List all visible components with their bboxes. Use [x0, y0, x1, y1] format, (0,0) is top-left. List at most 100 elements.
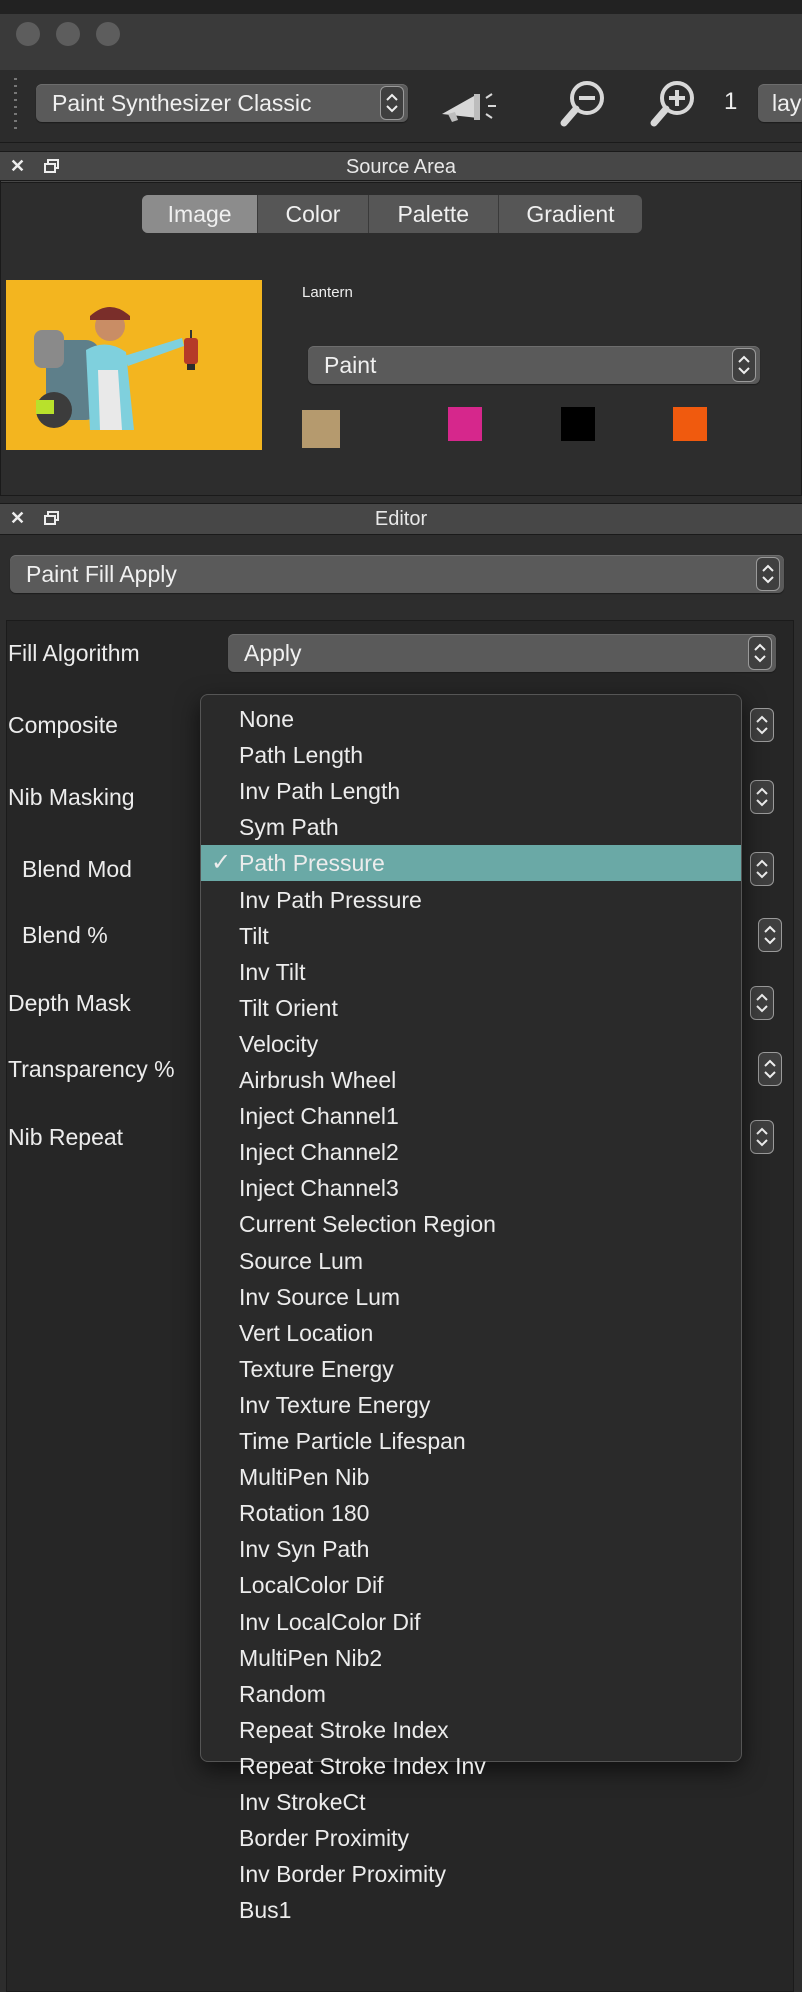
menu-item[interactable]: Inv Syn Path — [201, 1531, 741, 1567]
depth-mask-stepper[interactable] — [750, 986, 774, 1020]
menu-item-label: Time Particle Lifespan — [239, 1428, 466, 1454]
source-paint-select[interactable]: Paint — [308, 346, 760, 384]
zoom-level: 1 — [724, 88, 738, 115]
tab-gradient[interactable]: Gradient — [499, 195, 642, 233]
menu-item-label: Vert Location — [239, 1319, 374, 1346]
fill-algorithm-value: Apply — [244, 639, 302, 666]
menu-item[interactable]: Source Lum — [201, 1243, 741, 1279]
menu-item[interactable]: Sym Path — [201, 809, 741, 845]
tab-color[interactable]: Color — [258, 195, 369, 233]
menu-item[interactable]: Texture Energy — [201, 1351, 741, 1387]
blend-percent-stepper[interactable] — [758, 918, 782, 952]
depth-mask-label: Depth Mask — [8, 990, 131, 1016]
menu-item-label: Velocity — [239, 1030, 319, 1057]
chevron-updown-icon — [756, 557, 780, 591]
menu-item[interactable]: Inv Border Proximity — [201, 1856, 741, 1892]
menu-item[interactable]: Inv Texture Energy — [201, 1387, 741, 1423]
tab-palette[interactable]: Palette — [369, 195, 499, 233]
zoom-in-icon[interactable] — [646, 76, 702, 132]
menu-item-label: Inject Channel2 — [239, 1139, 399, 1166]
menu-item[interactable]: Inv StrokeCt — [201, 1784, 741, 1820]
menu-item[interactable]: Tilt — [201, 918, 741, 954]
menu-item-label: Inv Border Proximity — [239, 1861, 447, 1888]
menu-item[interactable]: Repeat Stroke Index — [201, 1712, 741, 1748]
menu-item[interactable]: Airbrush Wheel — [201, 1062, 741, 1098]
menu-item-label: Inv Path Length — [239, 778, 401, 805]
menu-item-label: Inv Tilt — [239, 958, 306, 985]
close-window-button[interactable] — [16, 22, 40, 46]
editor-preset-select[interactable]: Paint Fill Apply — [10, 555, 784, 593]
source-image-thumbnail[interactable] — [6, 280, 262, 450]
color-swatch[interactable] — [448, 407, 482, 441]
menu-item-label: MultiPen Nib2 — [239, 1644, 383, 1671]
editor-preset-label: Paint Fill Apply — [26, 560, 177, 587]
nib-masking-stepper[interactable] — [750, 780, 774, 814]
blend-mod-label: Blend Mod — [22, 856, 132, 882]
menu-item[interactable]: Inv Path Pressure — [201, 882, 741, 918]
menu-item[interactable]: MultiPen Nib — [201, 1459, 741, 1495]
color-swatch[interactable] — [302, 410, 340, 448]
menu-item[interactable]: ✓ Path Pressure — [201, 845, 741, 882]
menu-item[interactable]: Vert Location — [201, 1315, 741, 1351]
composite-stepper[interactable] — [750, 708, 774, 742]
chevron-updown-icon — [380, 86, 404, 120]
minimize-window-button[interactable] — [56, 22, 80, 46]
menu-item-label: Path Length — [239, 742, 364, 769]
layer-select-label: lay — [772, 89, 802, 116]
source-image-name: Lantern — [302, 284, 353, 301]
fill-algorithm-label: Fill Algorithm — [8, 640, 140, 666]
menu-item[interactable]: Current Selection Region — [201, 1206, 741, 1242]
menu-item[interactable]: Inv Path Length — [201, 773, 741, 809]
paint-preset-select[interactable]: Paint Synthesizer Classic — [36, 84, 408, 122]
chevron-updown-icon — [732, 348, 756, 382]
toolbar-grip[interactable] — [14, 78, 17, 134]
color-swatch[interactable] — [673, 407, 707, 441]
menu-item-label: Airbrush Wheel — [239, 1067, 397, 1093]
zoom-out-icon[interactable] — [556, 76, 612, 132]
editor-header: ✕ Editor — [0, 503, 802, 535]
menu-item[interactable]: Bus1 — [201, 1892, 741, 1928]
menu-item[interactable]: Tilt Orient — [201, 990, 741, 1026]
zoom-window-button[interactable] — [96, 22, 120, 46]
source-tabs: Image Color Palette Gradient — [142, 195, 642, 233]
menu-item[interactable]: Rotation 180 — [201, 1495, 741, 1531]
menu-item-label: Inject Channel1 — [239, 1103, 399, 1130]
menu-item[interactable]: MultiPen Nib2 — [201, 1640, 741, 1676]
megaphone-icon[interactable] — [438, 84, 502, 128]
menu-item[interactable]: Path Length — [201, 737, 741, 773]
nib-repeat-stepper[interactable] — [750, 1120, 774, 1154]
menu-item-label: Bus1 — [239, 1897, 292, 1924]
nib-masking-label: Nib Masking — [8, 784, 135, 810]
menu-item[interactable]: Border Proximity — [201, 1820, 741, 1856]
menu-item-label: Repeat Stroke Index — [239, 1716, 449, 1743]
blend-mod-stepper[interactable] — [750, 852, 774, 886]
transparency-percent-label: Transparency % — [8, 1056, 175, 1082]
menu-item[interactable]: Inject Channel3 — [201, 1170, 741, 1206]
menu-item[interactable]: Inject Channel1 — [201, 1098, 741, 1134]
menu-item[interactable]: Velocity — [201, 1026, 741, 1062]
menu-item-label: Source Lum — [239, 1247, 364, 1274]
source-area-title: Source Area — [345, 156, 457, 178]
menu-item[interactable]: Inject Channel2 — [201, 1134, 741, 1170]
menu-item[interactable]: LocalColor Dif — [201, 1567, 741, 1603]
tab-image[interactable]: Image — [142, 195, 259, 233]
menu-item-label: None — [239, 706, 294, 732]
menu-item-label: MultiPen Nib — [239, 1464, 370, 1491]
menu-item[interactable]: Time Particle Lifespan — [201, 1423, 741, 1459]
menu-item-label: Current Selection Region — [239, 1211, 496, 1238]
fill-algorithm-select[interactable]: Apply — [228, 634, 776, 672]
menu-item[interactable]: Repeat Stroke Index Inv — [201, 1748, 741, 1784]
menu-item[interactable]: Inv Tilt — [201, 954, 741, 990]
menu-item[interactable]: Inv Source Lum — [201, 1279, 741, 1315]
menu-item[interactable]: Inv LocalColor Dif — [201, 1604, 741, 1640]
blend-percent-label: Blend % — [22, 922, 108, 948]
menu-item-label: Random — [239, 1680, 326, 1707]
transparency-percent-stepper[interactable] — [758, 1052, 782, 1086]
menu-item-label: Inv Source Lum — [239, 1283, 401, 1310]
color-swatch[interactable] — [561, 407, 595, 441]
layer-select[interactable]: lay — [758, 84, 802, 122]
menu-item[interactable]: Random — [201, 1676, 741, 1712]
toolbar: Paint Synthesizer Classic 1 lay — [0, 70, 802, 143]
menu-item[interactable]: None — [201, 701, 741, 737]
menu-item-label: Inv StrokeCt — [239, 1789, 366, 1815]
